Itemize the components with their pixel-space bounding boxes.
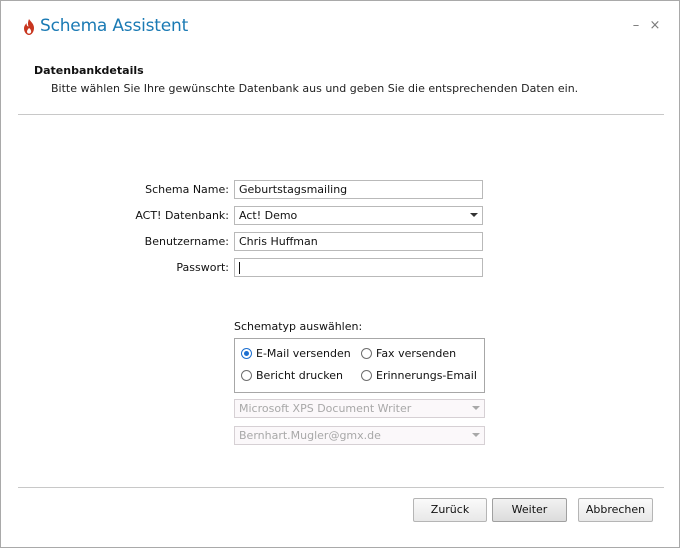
back-button[interactable]: Zurück <box>413 498 487 522</box>
chevron-down-icon <box>472 433 480 437</box>
chevron-down-icon[interactable] <box>470 213 478 217</box>
section-title: Datenbankdetails <box>34 64 144 77</box>
username-value: Chris Huffman <box>239 235 318 248</box>
radio-report[interactable]: Bericht drucken <box>241 369 343 382</box>
text-cursor <box>239 262 240 274</box>
header-divider <box>18 114 664 115</box>
chevron-down-icon <box>472 406 480 410</box>
minimize-button[interactable]: – <box>629 19 643 33</box>
schema-name-value: Geburtstagsmailing <box>239 183 348 196</box>
radio-selected-icon[interactable] <box>241 348 252 359</box>
radio-fax[interactable]: Fax versenden <box>361 347 456 360</box>
username-label: Benutzername: <box>144 235 229 248</box>
radio-reminder-label: Erinnerungs-Email <box>376 369 477 382</box>
radio-unselected-icon[interactable] <box>241 370 252 381</box>
radio-unselected-icon[interactable] <box>361 370 372 381</box>
radio-reminder[interactable]: Erinnerungs-Email <box>361 369 477 382</box>
radio-email[interactable]: E-Mail versenden <box>241 347 351 360</box>
username-input[interactable]: Chris Huffman <box>234 232 483 251</box>
database-label: ACT! Datenbank: <box>135 209 229 222</box>
email-account-dropdown: Bernhart.Mugler@gmx.de <box>234 426 485 445</box>
schema-name-label: Schema Name: <box>145 183 229 196</box>
printer-dropdown: Microsoft XPS Document Writer <box>234 399 485 418</box>
database-value: Act! Demo <box>239 209 298 222</box>
next-button[interactable]: Weiter <box>492 498 567 522</box>
flame-logo-icon <box>24 19 34 35</box>
schema-wizard-window: Schema Assistent – × Datenbankdetails Bi… <box>0 0 680 548</box>
radio-unselected-icon[interactable] <box>361 348 372 359</box>
email-account-value: Bernhart.Mugler@gmx.de <box>239 429 381 442</box>
title-bar[interactable]: Schema Assistent – × <box>1 1 679 49</box>
footer-divider <box>18 487 664 488</box>
close-button[interactable]: × <box>648 19 662 33</box>
schematype-label: Schematyp auswählen: <box>234 320 363 333</box>
section-description: Bitte wählen Sie Ihre gewünschte Datenba… <box>51 82 579 95</box>
password-input[interactable] <box>234 258 483 277</box>
printer-value: Microsoft XPS Document Writer <box>239 402 412 415</box>
radio-fax-label: Fax versenden <box>376 347 457 360</box>
database-dropdown[interactable]: Act! Demo <box>234 206 483 225</box>
cancel-button[interactable]: Abbrechen <box>578 498 653 522</box>
password-label: Passwort: <box>176 261 229 274</box>
schema-name-input[interactable]: Geburtstagsmailing <box>234 180 483 199</box>
radio-report-label: Bericht drucken <box>256 369 343 382</box>
radio-email-label: E-Mail versenden <box>256 347 351 360</box>
window-title: Schema Assistent <box>40 16 189 36</box>
